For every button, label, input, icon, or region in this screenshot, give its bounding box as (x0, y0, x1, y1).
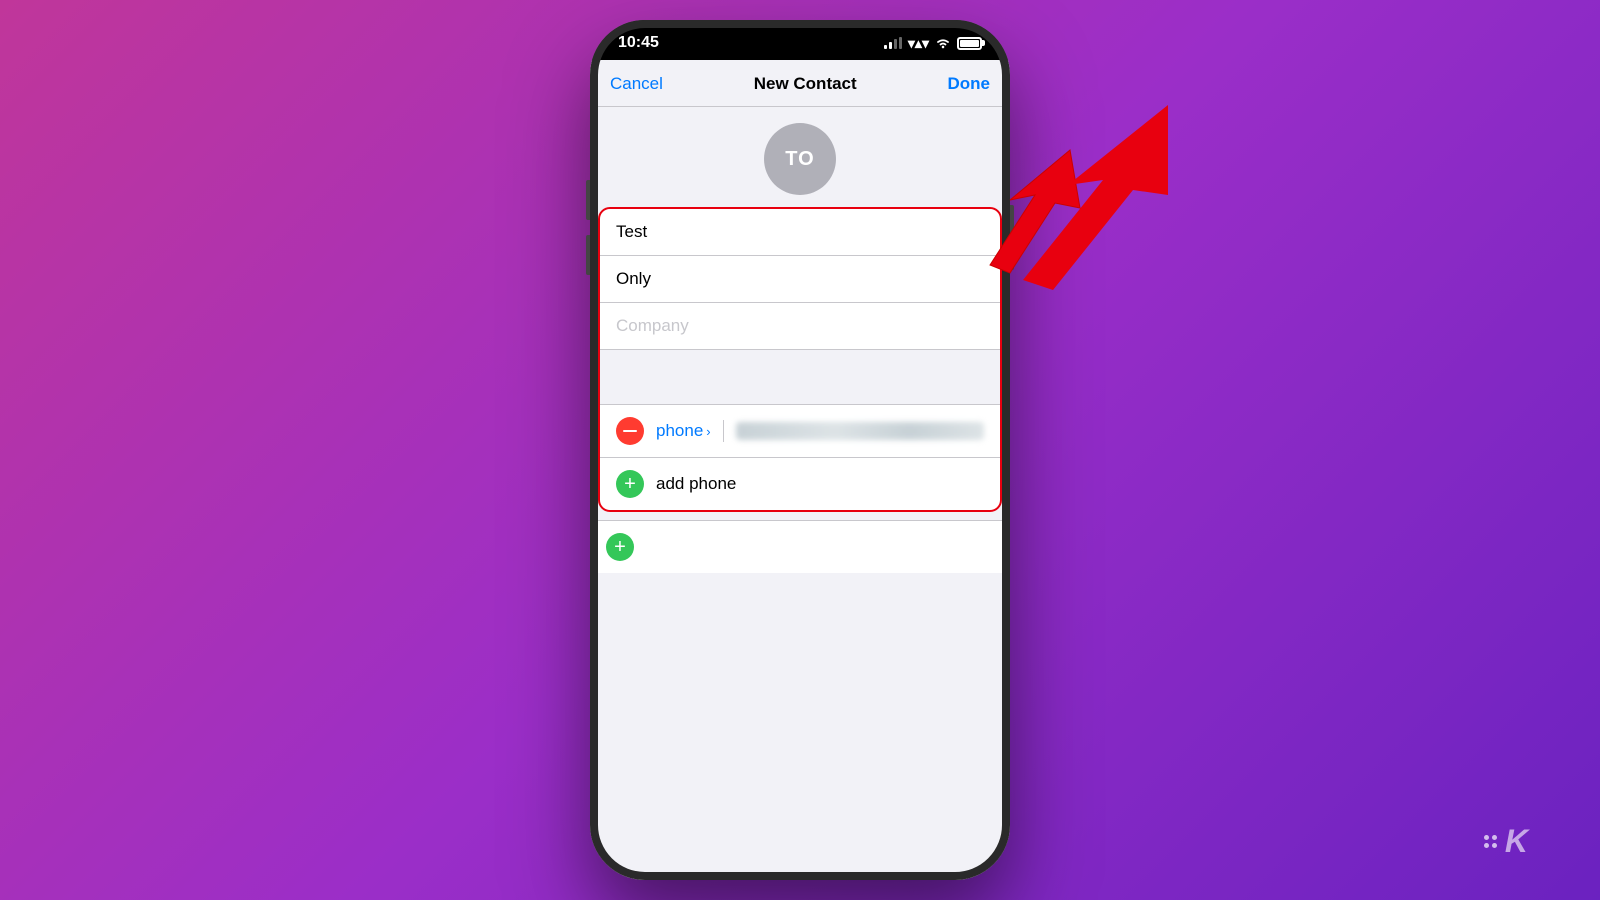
contact-form-section: Test Only Company (598, 207, 1002, 512)
first-name-value: Test (616, 222, 647, 241)
wifi-symbol-icon (935, 37, 951, 49)
background: 10:45 ▾▴▾ (0, 0, 1600, 900)
phone-row: phone › (600, 405, 1000, 458)
watermark-k: K (1505, 823, 1530, 860)
status-bar: 10:45 ▾▴▾ (590, 20, 1010, 60)
add-phone-row: + add phone (600, 458, 1000, 510)
volume-up-button[interactable] (586, 180, 590, 220)
phone-number-blurred[interactable] (736, 422, 984, 440)
cancel-button[interactable]: Cancel (610, 74, 663, 94)
nav-title: New Contact (754, 74, 857, 94)
phone-separator (723, 420, 724, 442)
last-name-field[interactable]: Only (600, 256, 1000, 303)
status-time: 10:45 (618, 34, 659, 52)
power-button[interactable] (1010, 205, 1014, 270)
company-placeholder: Company (616, 316, 689, 335)
signal-icon (884, 37, 902, 49)
first-name-field[interactable]: Test (600, 209, 1000, 256)
phone-label-text: phone (656, 421, 703, 441)
add-more-button[interactable]: + (606, 533, 634, 561)
add-phone-label: add phone (656, 474, 736, 494)
notch (730, 20, 870, 50)
phone-chevron-icon: › (706, 424, 710, 439)
add-phone-button[interactable]: + (616, 470, 644, 498)
status-icons: ▾▴▾ (884, 35, 982, 52)
done-button[interactable]: Done (947, 74, 990, 94)
company-field[interactable]: Company (600, 303, 1000, 350)
photo-area[interactable] (600, 350, 1000, 405)
watermark: K (1484, 823, 1530, 860)
remove-phone-button[interactable] (616, 417, 644, 445)
watermark-dots (1484, 835, 1497, 848)
volume-down-button[interactable] (586, 235, 590, 275)
wifi-icon: ▾▴▾ (908, 35, 929, 52)
phone-label[interactable]: phone › (656, 421, 711, 441)
bottom-partial-row: + (590, 520, 1010, 573)
phone-frame: 10:45 ▾▴▾ (590, 20, 1010, 880)
avatar-initials: TO (785, 148, 814, 171)
plus-icon: + (624, 474, 636, 494)
avatar-section: TO (590, 107, 1010, 207)
plus-icon-2: + (614, 537, 626, 557)
phone-screen: 10:45 ▾▴▾ (590, 20, 1010, 880)
battery-icon (957, 37, 982, 50)
last-name-value: Only (616, 269, 651, 288)
nav-bar: Cancel New Contact Done (590, 60, 1010, 107)
avatar[interactable]: TO (764, 123, 836, 195)
form-content: Test Only Company (590, 207, 1010, 880)
